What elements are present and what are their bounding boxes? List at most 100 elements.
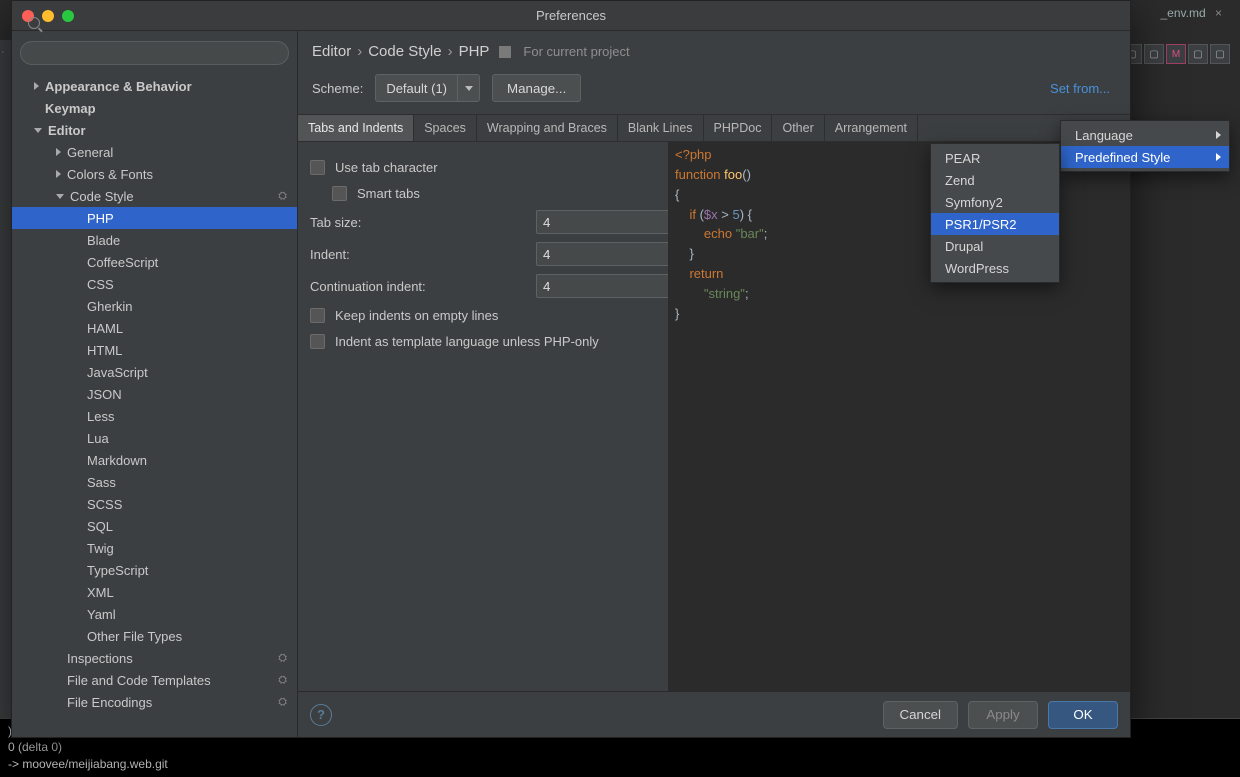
tree-item-gherkin[interactable]: Gherkin (12, 295, 297, 317)
set-from-menu[interactable]: Language Predefined Style (1060, 120, 1230, 172)
menu-item-predefined-style[interactable]: Predefined Style (1061, 146, 1229, 168)
tree-item-json[interactable]: JSON (12, 383, 297, 405)
tree-item-label: Yaml (87, 607, 116, 622)
preferences-dialog: Preferences Appearance & BehaviorKeymapE… (11, 0, 1131, 738)
menu-item-zend[interactable]: Zend (931, 169, 1059, 191)
minimize-window-button[interactable] (42, 10, 54, 22)
tree-item-sql[interactable]: SQL (12, 515, 297, 537)
tree-item-appearance-behavior[interactable]: Appearance & Behavior (12, 75, 297, 97)
indent-template-checkbox[interactable] (310, 334, 325, 349)
crumb-codestyle[interactable]: Code Style (368, 43, 441, 60)
tree-item-lua[interactable]: Lua (12, 427, 297, 449)
tree-item-yaml[interactable]: Yaml (12, 603, 297, 625)
crumb-editor[interactable]: Editor (312, 43, 351, 60)
indent-template-label: Indent as template language unless PHP-o… (335, 334, 599, 349)
tree-item-inspections[interactable]: Inspections⛭ (12, 647, 297, 669)
project-scope-note: For current project (523, 44, 629, 59)
keep-indents-checkbox[interactable] (310, 308, 325, 323)
cont-indent-label: Continuation indent: (310, 279, 528, 294)
tab-other[interactable]: Other (772, 115, 824, 141)
menu-item-wordpress[interactable]: WordPress (931, 257, 1059, 279)
settings-sidebar: Appearance & BehaviorKeymapEditorGeneral… (12, 31, 298, 737)
help-button[interactable]: ? (310, 704, 332, 726)
tree-item-label: HAML (87, 321, 123, 336)
bg-icon-3[interactable]: ▢ (1188, 44, 1208, 64)
chevron-right-icon (1216, 131, 1221, 139)
menu-item-label: Language (1075, 128, 1133, 143)
tree-item-label: TypeScript (87, 563, 148, 578)
tree-item-scss[interactable]: SCSS (12, 493, 297, 515)
scheme-combobox[interactable]: Default (1) (375, 74, 480, 102)
tab-spaces[interactable]: Spaces (414, 115, 477, 141)
menu-item-label: WordPress (945, 261, 1009, 276)
bg-tab-filename: _env.md (1161, 6, 1206, 20)
use-tab-checkbox[interactable] (310, 160, 325, 175)
menu-item-drupal[interactable]: Drupal (931, 235, 1059, 257)
menu-item-psr1-psr2[interactable]: PSR1/PSR2 (931, 213, 1059, 235)
tree-item-editor[interactable]: Editor (12, 119, 297, 141)
window-controls (22, 10, 74, 22)
bg-icon-2[interactable]: ▢ (1144, 44, 1164, 64)
apply-button[interactable]: Apply (968, 701, 1038, 729)
tree-item-other-file-types[interactable]: Other File Types (12, 625, 297, 647)
menu-item-symfony2[interactable]: Symfony2 (931, 191, 1059, 213)
tree-item-typescript[interactable]: TypeScript (12, 559, 297, 581)
tree-item-css[interactable]: CSS (12, 273, 297, 295)
tab-tabs-and-indents[interactable]: Tabs and Indents (298, 115, 414, 141)
titlebar[interactable]: Preferences (12, 1, 1130, 31)
tree-item-sass[interactable]: Sass (12, 471, 297, 493)
tree-item-markdown[interactable]: Markdown (12, 449, 297, 471)
predefined-style-submenu[interactable]: PEAR ZendSymfony2PSR1/PSR2Drupal WordPress (930, 143, 1060, 283)
tree-item-keymap[interactable]: Keymap (12, 97, 297, 119)
tree-item-xml[interactable]: XML (12, 581, 297, 603)
close-icon[interactable]: × (1215, 6, 1222, 20)
tree-item-label: Gherkin (87, 299, 133, 314)
search-input[interactable] (20, 41, 289, 65)
crumb-php: PHP (459, 43, 490, 60)
tree-item-less[interactable]: Less (12, 405, 297, 427)
menu-item-label: PEAR (945, 151, 980, 166)
menu-item-pear[interactable]: PEAR (931, 147, 1059, 169)
smart-tabs-row: Smart tabs (310, 180, 662, 206)
manage-button[interactable]: Manage... (492, 74, 581, 102)
settings-main: Editor › Code Style › PHP For current pr… (298, 31, 1130, 737)
bg-editor-tab[interactable]: _env.md × (1161, 6, 1223, 20)
tree-item-code-style[interactable]: Code Style⛭ (12, 185, 297, 207)
menu-item-language[interactable]: Language (1061, 124, 1229, 146)
menu-item-label: Predefined Style (1075, 150, 1170, 165)
tab-arrangement[interactable]: Arrangement (825, 115, 918, 141)
settings-tree[interactable]: Appearance & BehaviorKeymapEditorGeneral… (12, 71, 297, 737)
tab-phpdoc[interactable]: PHPDoc (704, 115, 773, 141)
codestyle-tabbar: Tabs and IndentsSpacesWrapping and Brace… (298, 114, 1130, 142)
set-from-link[interactable]: Set from... (1050, 81, 1116, 96)
close-window-button[interactable] (22, 10, 34, 22)
tree-item-javascript[interactable]: JavaScript (12, 361, 297, 383)
tree-item-label: File Encodings (67, 695, 152, 710)
zoom-window-button[interactable] (62, 10, 74, 22)
tree-item-file-encodings[interactable]: File Encodings ⛭ (12, 691, 297, 713)
chevron-down-icon (56, 194, 64, 199)
tree-item-twig[interactable]: Twig (12, 537, 297, 559)
tree-item-coffeescript[interactable]: CoffeeScript (12, 251, 297, 273)
tree-item-label: Sass (87, 475, 116, 490)
tree-item-html[interactable]: HTML (12, 339, 297, 361)
tree-item-blade[interactable]: Blade (12, 229, 297, 251)
gear-icon: ⛭ (278, 696, 287, 709)
ok-button[interactable]: OK (1048, 701, 1118, 729)
tree-item-label: JavaScript (87, 365, 148, 380)
tree-item-haml[interactable]: HAML (12, 317, 297, 339)
bg-icon-4[interactable]: ▢ (1210, 44, 1230, 64)
cancel-button[interactable]: Cancel (883, 701, 959, 729)
bg-icon-m[interactable]: M (1166, 44, 1186, 64)
smart-tabs-checkbox[interactable] (332, 186, 347, 201)
chevron-right-icon (56, 148, 61, 156)
chevron-down-icon[interactable] (457, 75, 479, 101)
tab-blank-lines[interactable]: Blank Lines (618, 115, 704, 141)
tree-item-general[interactable]: General (12, 141, 297, 163)
smart-tabs-label: Smart tabs (357, 186, 420, 201)
tab-wrapping-and-braces[interactable]: Wrapping and Braces (477, 115, 618, 141)
tree-item-file-and-code-templates[interactable]: File and Code Templates⛭ (12, 669, 297, 691)
tree-item-colors-fonts[interactable]: Colors & Fonts (12, 163, 297, 185)
tree-item-label: CoffeeScript (87, 255, 158, 270)
tree-item-php[interactable]: PHP (12, 207, 297, 229)
